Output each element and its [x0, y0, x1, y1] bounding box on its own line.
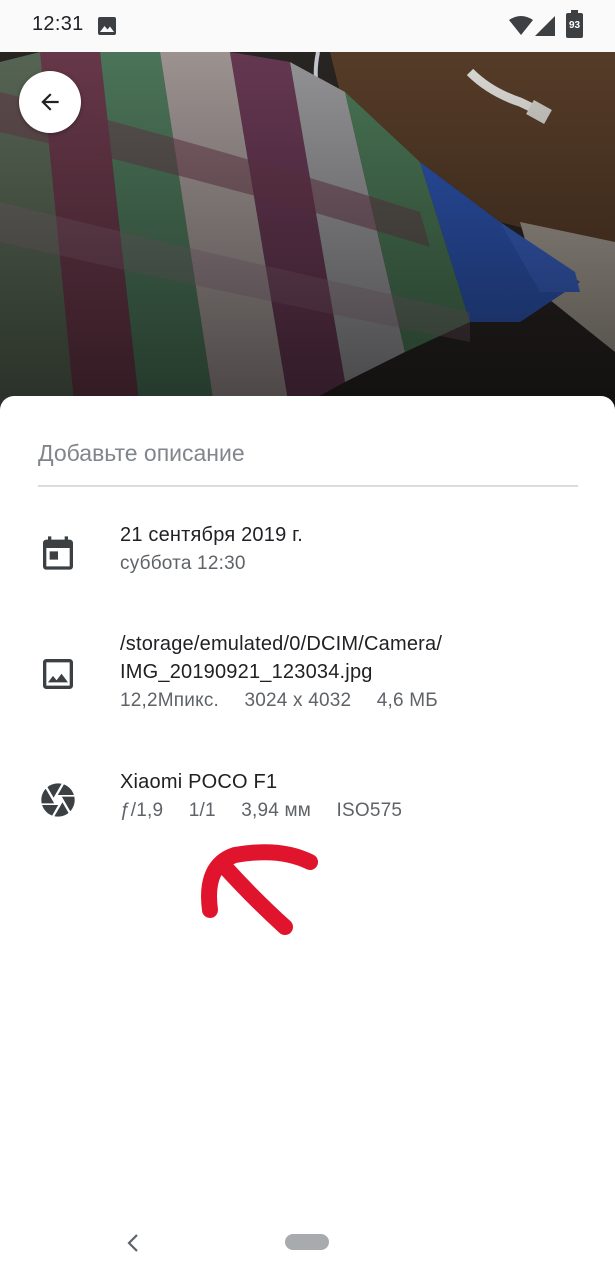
- calendar-icon: [43, 536, 73, 570]
- signal-icon: [535, 16, 555, 36]
- gallery-icon: [98, 17, 116, 35]
- camera-exif: ƒ/1,9 1/1 3,94 мм ISO575: [120, 796, 422, 826]
- date-secondary: суббота 12:30: [120, 553, 246, 574]
- camera-text: Xiaomi POCO F1 ƒ/1,9 1/1 3,94 мм ISO575: [120, 768, 422, 826]
- date-primary: 21 сентября 2019 г.: [120, 524, 303, 546]
- date-text: 21 сентября 2019 г. суббота 12:30: [120, 521, 303, 579]
- wifi-icon: [509, 16, 533, 35]
- status-time: 12:31: [32, 13, 84, 35]
- status-bar: 12:31 93: [0, 0, 615, 52]
- file-resolution: 3024 x 4032: [244, 690, 352, 711]
- description-field[interactable]: Добавьте описание: [38, 437, 578, 487]
- image-icon: [43, 659, 73, 689]
- file-path-line1: /storage/emulated/0/DCIM/Camera/: [120, 633, 443, 655]
- file-meta: 12,2Мпикс. 3024 x 4032 4,6 МБ: [120, 686, 458, 716]
- camera-model: Xiaomi POCO F1: [120, 771, 278, 793]
- red-arrow-annotation: [201, 844, 318, 935]
- file-megapixels: 12,2Мпикс.: [120, 690, 220, 711]
- camera-exposure: 1/1: [188, 800, 216, 821]
- camera-focal-length: 3,94 мм: [241, 800, 312, 821]
- camera-aperture: ƒ/1,9: [120, 800, 164, 821]
- file-size: 4,6 МБ: [376, 690, 438, 711]
- back-button[interactable]: [19, 71, 81, 133]
- description-placeholder: Добавьте описание: [38, 440, 245, 466]
- arrow-left-icon: [41, 93, 59, 111]
- file-text: /storage/emulated/0/DCIM/Camera/ IMG_201…: [120, 630, 458, 716]
- photo-preview[interactable]: [0, 52, 615, 412]
- navigation-bar: [0, 1210, 615, 1280]
- camera-iso: ISO575: [336, 800, 403, 821]
- aperture-icon: [41, 783, 75, 817]
- battery-icon: 93: [566, 10, 583, 38]
- chevron-left-icon[interactable]: [124, 1232, 142, 1254]
- home-pill-icon[interactable]: [285, 1234, 329, 1250]
- file-path-line2: IMG_20190921_123034.jpg: [120, 661, 373, 683]
